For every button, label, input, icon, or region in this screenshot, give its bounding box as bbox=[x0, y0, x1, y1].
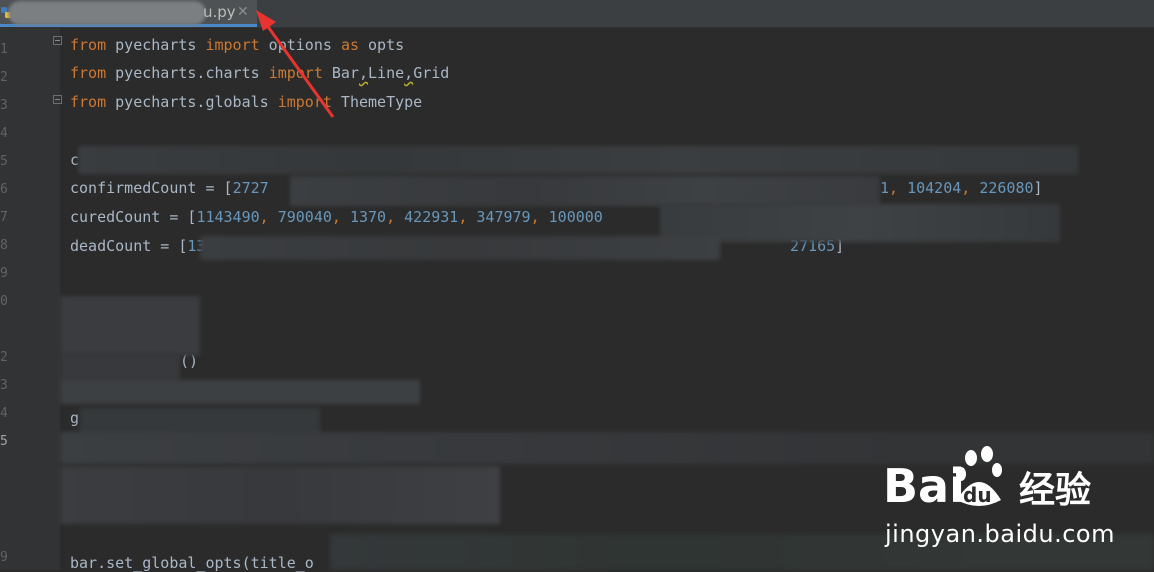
svg-text:Bai: Bai bbox=[883, 459, 965, 513]
watermark-url: jingyan.baidu.com bbox=[885, 520, 1115, 548]
baidu-watermark: Bai du 经验 jingyan.baidu.com bbox=[883, 444, 1115, 554]
baidu-logo-icon: Bai du 经验 bbox=[883, 446, 1091, 513]
svg-text:du: du bbox=[963, 483, 992, 507]
svg-text:经验: 经验 bbox=[1019, 470, 1091, 511]
